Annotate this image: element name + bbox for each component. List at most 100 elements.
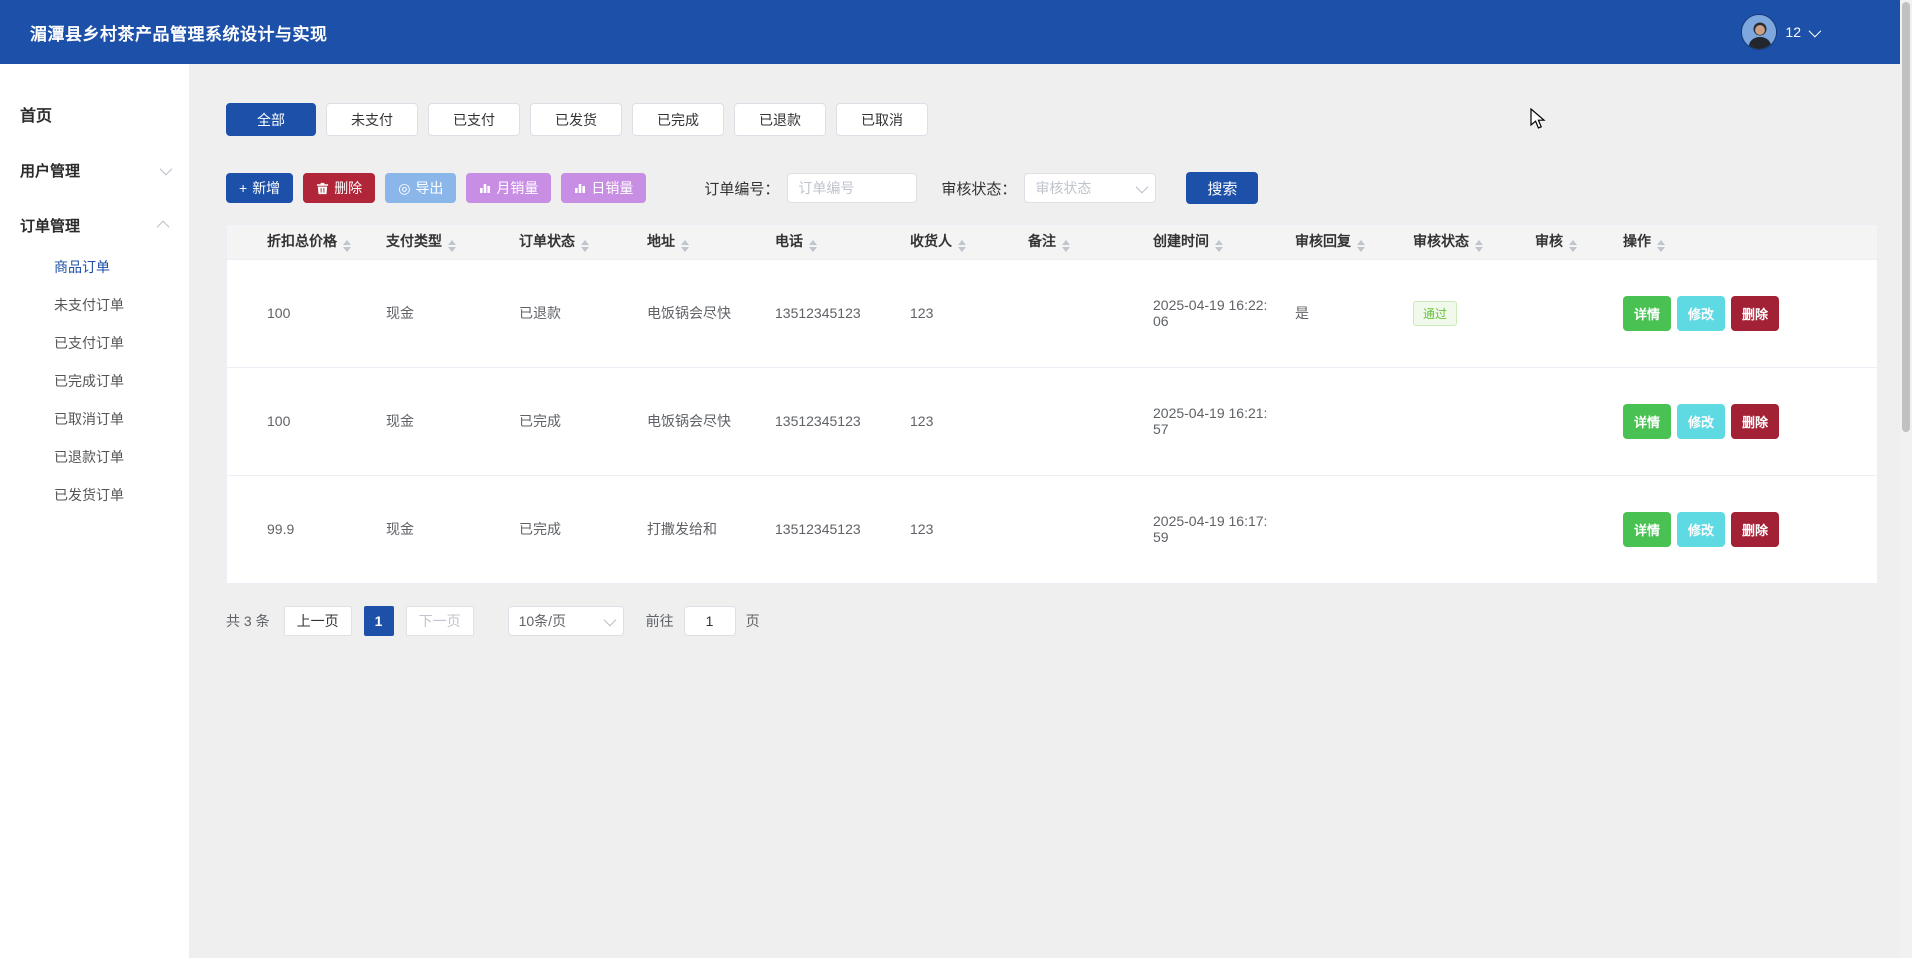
sidebar-item-paid-orders[interactable]: 已支付订单 xyxy=(0,324,189,362)
cell-created: 2025-04-19 16:21:57 xyxy=(1139,367,1281,475)
col-header-created[interactable]: 创建时间 xyxy=(1139,225,1281,259)
sort-icon[interactable] xyxy=(1215,240,1223,252)
sidebar-item-refunded-orders[interactable]: 已退款订单 xyxy=(0,438,189,476)
cell-price: 99.9 xyxy=(227,475,372,583)
next-page-button[interactable]: 下一页 xyxy=(406,606,474,636)
sort-icon[interactable] xyxy=(1657,240,1665,252)
cell-audit-status: 通过 xyxy=(1399,259,1521,367)
order-no-label: 订单编号： xyxy=(704,178,779,199)
sort-icon[interactable] xyxy=(681,240,689,252)
detail-button[interactable]: 详情 xyxy=(1623,296,1671,331)
bar-chart-icon xyxy=(574,182,586,194)
cell-note xyxy=(1014,367,1139,475)
edit-button[interactable]: 修改 xyxy=(1677,296,1725,331)
sort-icon[interactable] xyxy=(448,240,456,252)
sidebar-item-unpaid-orders[interactable]: 未支付订单 xyxy=(0,286,189,324)
user-menu[interactable]: 12 xyxy=(1741,14,1818,50)
edit-button[interactable]: 修改 xyxy=(1677,404,1725,439)
col-header-recipient[interactable]: 收货人 xyxy=(896,225,1014,259)
sort-icon[interactable] xyxy=(1062,240,1070,252)
cell-note xyxy=(1014,259,1139,367)
row-delete-button[interactable]: 删除 xyxy=(1731,404,1779,439)
detail-button[interactable]: 详情 xyxy=(1623,404,1671,439)
cell-audit xyxy=(1521,475,1609,583)
col-header-status[interactable]: 订单状态 xyxy=(505,225,633,259)
sidebar-item-completed-orders[interactable]: 已完成订单 xyxy=(0,362,189,400)
cell-phone: 13512345123 xyxy=(761,367,896,475)
chevron-down-icon xyxy=(1136,180,1149,193)
goto-suffix: 页 xyxy=(746,611,760,631)
tab-unpaid[interactable]: 未支付 xyxy=(326,103,418,136)
cell-address: 打撒发给和 xyxy=(633,475,761,583)
audit-status-select[interactable]: 审核状态 xyxy=(1024,173,1156,203)
sidebar-item-cancelled-orders[interactable]: 已取消订单 xyxy=(0,400,189,438)
tab-completed[interactable]: 已完成 xyxy=(632,103,724,136)
tab-refunded[interactable]: 已退款 xyxy=(734,103,826,136)
sidebar-item-product-orders[interactable]: 商品订单 xyxy=(0,248,189,286)
daily-sales-button[interactable]: 日销量 xyxy=(561,173,646,203)
export-button[interactable]: ◎ 导出 xyxy=(385,173,456,203)
col-header-audit-status[interactable]: 审核状态 xyxy=(1399,225,1521,259)
col-header-actions[interactable]: 操作 xyxy=(1609,225,1877,259)
cell-audit-reply xyxy=(1281,475,1399,583)
sidebar-item-shipped-orders[interactable]: 已发货订单 xyxy=(0,476,189,514)
cell-created: 2025-04-19 16:17:59 xyxy=(1139,475,1281,583)
vertical-scrollbar[interactable] xyxy=(1900,0,1912,958)
cell-recipient: 123 xyxy=(896,367,1014,475)
plus-icon: + xyxy=(239,181,247,195)
sort-icon[interactable] xyxy=(809,240,817,252)
cell-created: 2025-04-19 16:22:06 xyxy=(1139,259,1281,367)
avatar[interactable] xyxy=(1741,14,1777,50)
trash-icon xyxy=(316,182,329,195)
main-content: 全部 未支付 已支付 已发货 已完成 已退款 已取消 + 新增 删除 ◎ 导出 xyxy=(190,64,1912,958)
col-header-pay-type[interactable]: 支付类型 xyxy=(372,225,505,259)
sort-icon[interactable] xyxy=(343,240,351,252)
sidebar: 首页 用户管理 订单管理 商品订单 未支付订单 已支付订单 已完成订单 已取消订… xyxy=(0,64,190,958)
app-header: 湄潭县乡村茶产品管理系统设计与实现 12 xyxy=(0,0,1912,64)
table-row: 100 现金 已退款 电饭锅会尽快 13512345123 123 2025-0… xyxy=(227,259,1877,367)
scrollbar-thumb[interactable] xyxy=(1902,2,1910,432)
col-header-phone[interactable]: 电话 xyxy=(761,225,896,259)
prev-page-button[interactable]: 上一页 xyxy=(284,606,352,636)
monthly-sales-button[interactable]: 月销量 xyxy=(466,173,551,203)
search-button[interactable]: 搜索 xyxy=(1186,172,1258,204)
col-header-address[interactable]: 地址 xyxy=(633,225,761,259)
tab-cancelled[interactable]: 已取消 xyxy=(836,103,928,136)
sort-icon[interactable] xyxy=(1475,240,1483,252)
delete-button[interactable]: 删除 xyxy=(303,173,375,203)
goto-page-input[interactable] xyxy=(684,606,736,636)
page-number-1[interactable]: 1 xyxy=(364,606,394,636)
col-header-audit[interactable]: 审核 xyxy=(1521,225,1609,259)
pagination: 共 3 条 上一页 1 下一页 10条/页 前往 页 xyxy=(226,606,1878,636)
col-header-audit-reply[interactable]: 审核回复 xyxy=(1281,225,1399,259)
edit-button[interactable]: 修改 xyxy=(1677,512,1725,547)
tab-paid[interactable]: 已支付 xyxy=(428,103,520,136)
cell-audit-status xyxy=(1399,367,1521,475)
cell-audit-status xyxy=(1399,475,1521,583)
col-header-price[interactable]: 折扣总价格 xyxy=(227,225,372,259)
page-size-select[interactable]: 10条/页 xyxy=(508,606,624,636)
audit-status-label: 审核状态： xyxy=(941,178,1016,199)
goto-label: 前往 xyxy=(646,611,674,631)
col-header-note[interactable]: 备注 xyxy=(1014,225,1139,259)
sidebar-group-order-management[interactable]: 订单管理 xyxy=(0,203,189,248)
cell-pay-type: 现金 xyxy=(372,259,505,367)
sort-icon[interactable] xyxy=(1569,240,1577,252)
add-button[interactable]: + 新增 xyxy=(226,173,293,203)
row-delete-button[interactable]: 删除 xyxy=(1731,512,1779,547)
sort-icon[interactable] xyxy=(958,240,966,252)
sidebar-item-home[interactable]: 首页 xyxy=(0,90,189,138)
row-delete-button[interactable]: 删除 xyxy=(1731,296,1779,331)
sort-icon[interactable] xyxy=(581,240,589,252)
sort-icon[interactable] xyxy=(1357,240,1365,252)
tab-all[interactable]: 全部 xyxy=(226,103,316,136)
detail-button[interactable]: 详情 xyxy=(1623,512,1671,547)
order-no-input[interactable] xyxy=(787,173,917,203)
sidebar-group-user-management[interactable]: 用户管理 xyxy=(0,148,189,193)
cell-audit xyxy=(1521,367,1609,475)
cell-recipient: 123 xyxy=(896,475,1014,583)
cell-status: 已退款 xyxy=(505,259,633,367)
tab-shipped[interactable]: 已发货 xyxy=(530,103,622,136)
table-header-row: 折扣总价格 支付类型 订单状态 地址 电话 收货人 备注 创建时间 审核回复 审… xyxy=(227,225,1877,259)
orders-table-card: 折扣总价格 支付类型 订单状态 地址 电话 收货人 备注 创建时间 审核回复 审… xyxy=(226,224,1878,584)
